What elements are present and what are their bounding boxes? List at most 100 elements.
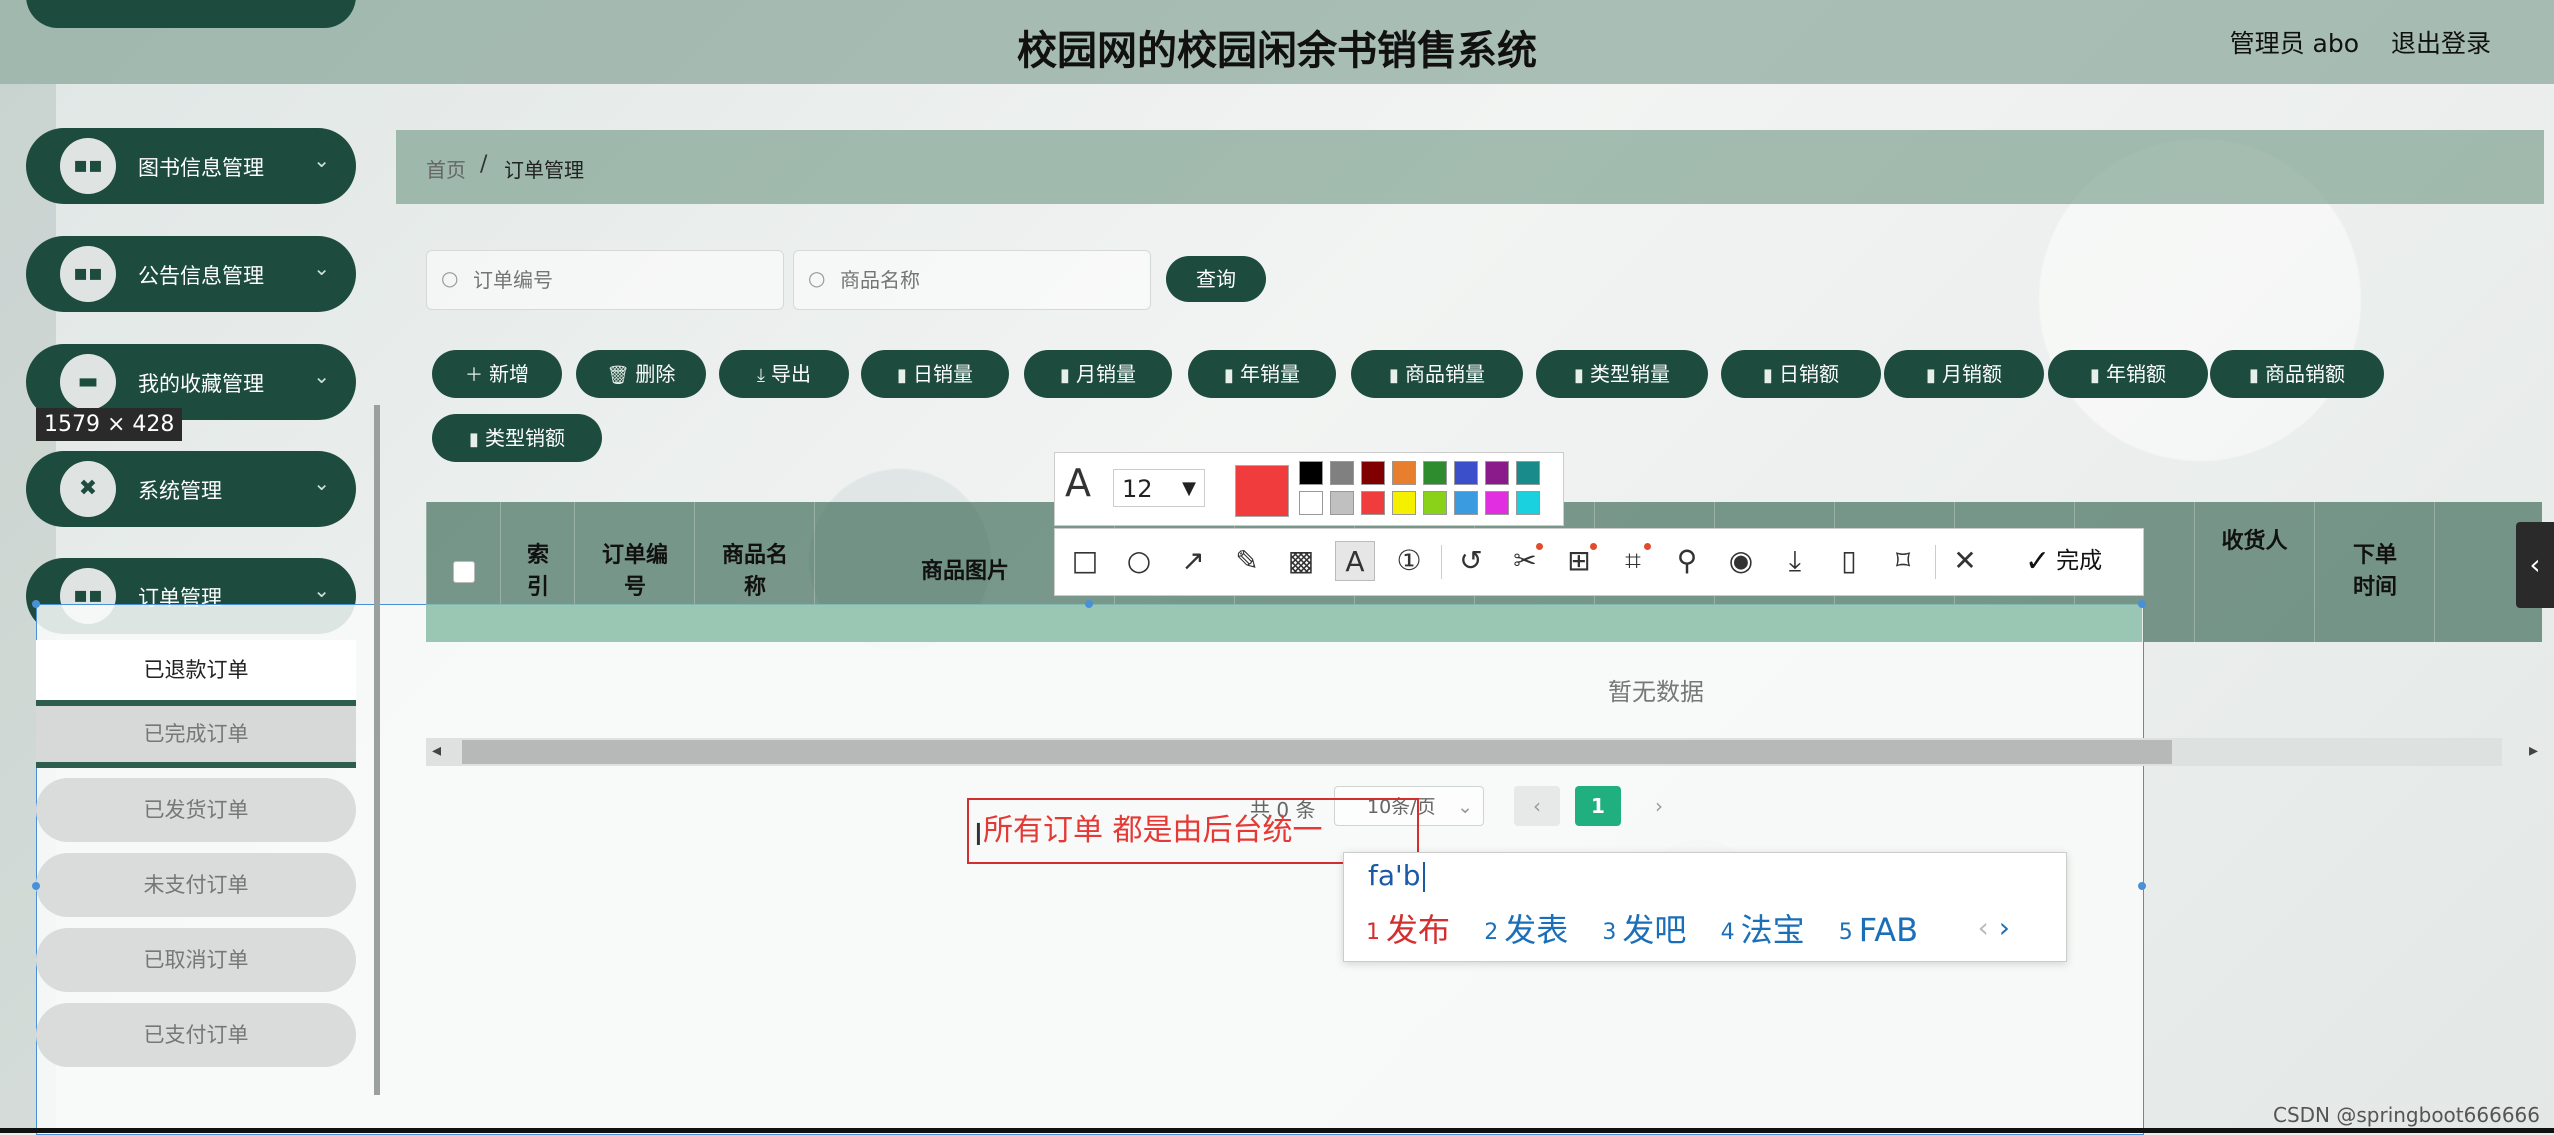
color-swatch[interactable] (1392, 491, 1416, 515)
color-swatch[interactable] (1330, 461, 1354, 485)
ime-prev-icon[interactable]: ‹ (1978, 911, 1989, 944)
number-icon[interactable]: ① (1389, 541, 1429, 581)
arrow-icon[interactable]: ↗ (1173, 541, 1213, 581)
add-button[interactable]: ＋新增 (432, 350, 562, 398)
sidebar-item-book-info[interactable]: ▪▪ 图书信息管理 ⌄ (26, 128, 356, 204)
monitor-icon: ▬ (60, 354, 116, 410)
logout-link[interactable]: 退出登录 (2391, 24, 2491, 60)
submenu-refunded-orders[interactable]: 已退款订单 (36, 640, 356, 706)
prev-page-button[interactable]: ‹ (1514, 786, 1560, 826)
collapse-panel-button[interactable]: ‹ (2516, 522, 2554, 608)
undo-icon[interactable]: ↺ (1451, 541, 1491, 581)
order-no-search[interactable]: ○ (426, 250, 784, 310)
pencil-icon[interactable]: ✎ (1227, 541, 1267, 581)
text-icon[interactable]: A (1335, 541, 1375, 581)
column-receiver[interactable]: 收货人 (2194, 502, 2314, 642)
query-button[interactable]: 查询 (1166, 256, 1266, 302)
color-swatch[interactable] (1299, 491, 1323, 515)
selection-dimension-label: 1579 × 428 (36, 408, 183, 441)
product-sales-button[interactable]: ▮ 商品销量 (1351, 350, 1523, 398)
bookmark-icon[interactable]: ⌑ (1883, 541, 1923, 581)
ocr-icon[interactable]: ⌗ (1613, 541, 1653, 581)
selection-handle[interactable] (2138, 600, 2146, 608)
daily-revenue-button[interactable]: ▮ 日销额 (1721, 350, 1881, 398)
yearly-sales-button[interactable]: ▮ 年销量 (1188, 350, 1336, 398)
sidebar-item-top[interactable] (26, 0, 356, 28)
ime-candidate[interactable]: 5 FAB (1839, 911, 1918, 949)
color-swatch[interactable] (1516, 461, 1540, 485)
monthly-revenue-button[interactable]: ▮ 月销额 (1884, 350, 2044, 398)
color-swatch[interactable] (1299, 461, 1323, 485)
download-icon[interactable]: ⤓ (1775, 541, 1815, 581)
record-icon[interactable]: ◉ (1721, 541, 1761, 581)
close-icon[interactable]: ✕ (1945, 541, 1985, 581)
ime-candidate[interactable]: 3 发吧 (1602, 911, 1686, 949)
color-swatch[interactable] (1361, 491, 1385, 515)
submenu-unpaid-orders[interactable]: 未支付订单 (36, 853, 356, 917)
table-empty-text: 暂无数据 (1608, 678, 1704, 706)
ime-candidate[interactable]: 1 发布 (1366, 911, 1450, 949)
color-swatch[interactable] (1485, 461, 1509, 485)
select-all-checkbox[interactable] (453, 561, 475, 583)
next-page-button[interactable]: › (1636, 786, 1682, 826)
circle-icon[interactable]: ○ (1119, 541, 1159, 581)
done-button[interactable]: ✓ 完成 (2025, 541, 2102, 581)
color-swatch[interactable] (1454, 461, 1478, 485)
sidebar-item-label: 图书信息管理 (138, 156, 264, 180)
color-swatch[interactable] (1330, 491, 1354, 515)
translate-icon[interactable]: ⊞ (1559, 541, 1599, 581)
monthly-sales-button[interactable]: ▮ 月销量 (1024, 350, 1172, 398)
sidebar-scrollbar[interactable] (374, 405, 380, 1095)
color-swatch[interactable] (1392, 461, 1416, 485)
column-order-time[interactable]: 下单时间 (2314, 502, 2435, 642)
color-swatch[interactable] (1361, 461, 1385, 485)
submenu-paid-orders[interactable]: 已支付订单 (36, 1003, 356, 1067)
color-swatch[interactable] (1423, 461, 1447, 485)
delete-button[interactable]: 🗑 删除 (576, 350, 706, 398)
type-sales-button[interactable]: ▮ 类型销量 (1536, 350, 1708, 398)
export-button[interactable]: ⤓ 导出 (719, 350, 849, 398)
daily-sales-button[interactable]: ▮ 日销量 (861, 350, 1009, 398)
scroll-right-icon[interactable]: ▸ (2529, 740, 2538, 761)
color-swatch[interactable] (1485, 491, 1509, 515)
text-cursor-icon: I (974, 818, 983, 853)
submenu-completed-orders[interactable]: 已完成订单 (36, 706, 356, 768)
yearly-revenue-button[interactable]: ▮ 年销额 (2048, 350, 2208, 398)
sidebar-item-system[interactable]: ✖ 系统管理 ⌄ (26, 451, 356, 527)
color-swatch[interactable] (1454, 491, 1478, 515)
selection-handle[interactable] (1085, 600, 1093, 608)
product-name-search[interactable]: ○ (793, 250, 1151, 310)
sidebar-item-notice-info[interactable]: ▪▪ 公告信息管理 ⌄ (26, 236, 356, 312)
mosaic-icon[interactable]: ▩ (1281, 541, 1321, 581)
ime-candidate-list: 1 发布 2 发表 3 发吧 4 法宝 5 FAB (1366, 905, 1942, 951)
ime-candidate[interactable]: 4 法宝 (1721, 911, 1805, 949)
scrollbar-thumb[interactable] (462, 740, 2172, 764)
product-revenue-button[interactable]: ▮ 商品销额 (2210, 350, 2384, 398)
breadcrumb-home[interactable]: 首页 (426, 154, 466, 183)
current-color-swatch[interactable] (1235, 465, 1289, 517)
rectangle-icon[interactable]: □ (1065, 541, 1105, 581)
ime-next-icon[interactable]: › (1999, 911, 2010, 944)
check-icon: ✓ (2025, 543, 2051, 579)
scroll-left-icon[interactable]: ◂ (432, 740, 441, 761)
pin-icon[interactable]: ⚲ (1667, 541, 1707, 581)
order-no-input[interactable] (471, 261, 765, 299)
admin-user[interactable]: 管理员 abo (2230, 24, 2359, 60)
grid-icon: ▪▪ (60, 246, 116, 302)
long-screenshot-icon[interactable]: ▯ (1829, 541, 1869, 581)
font-size-select[interactable]: 12 ▼ (1113, 469, 1205, 507)
color-swatch[interactable] (1516, 491, 1540, 515)
ime-candidate[interactable]: 2 发表 (1484, 911, 1568, 949)
submenu-cancelled-orders[interactable]: 已取消订单 (36, 928, 356, 992)
selection-handle[interactable] (32, 600, 40, 608)
submenu-shipped-orders[interactable]: 已发货订单 (36, 778, 356, 842)
scissors-icon[interactable]: ✂ (1505, 541, 1545, 581)
ime-composition: fa'b (1368, 859, 1425, 892)
type-revenue-button[interactable]: ▮ 类型销额 (432, 414, 602, 462)
table-horizontal-scrollbar[interactable]: ◂ ▸ (426, 738, 2538, 766)
selection-handle[interactable] (32, 882, 40, 890)
page-number-button[interactable]: 1 (1575, 786, 1621, 826)
color-swatch[interactable] (1423, 491, 1447, 515)
product-name-input[interactable] (838, 261, 1132, 299)
selection-handle[interactable] (2138, 882, 2146, 890)
